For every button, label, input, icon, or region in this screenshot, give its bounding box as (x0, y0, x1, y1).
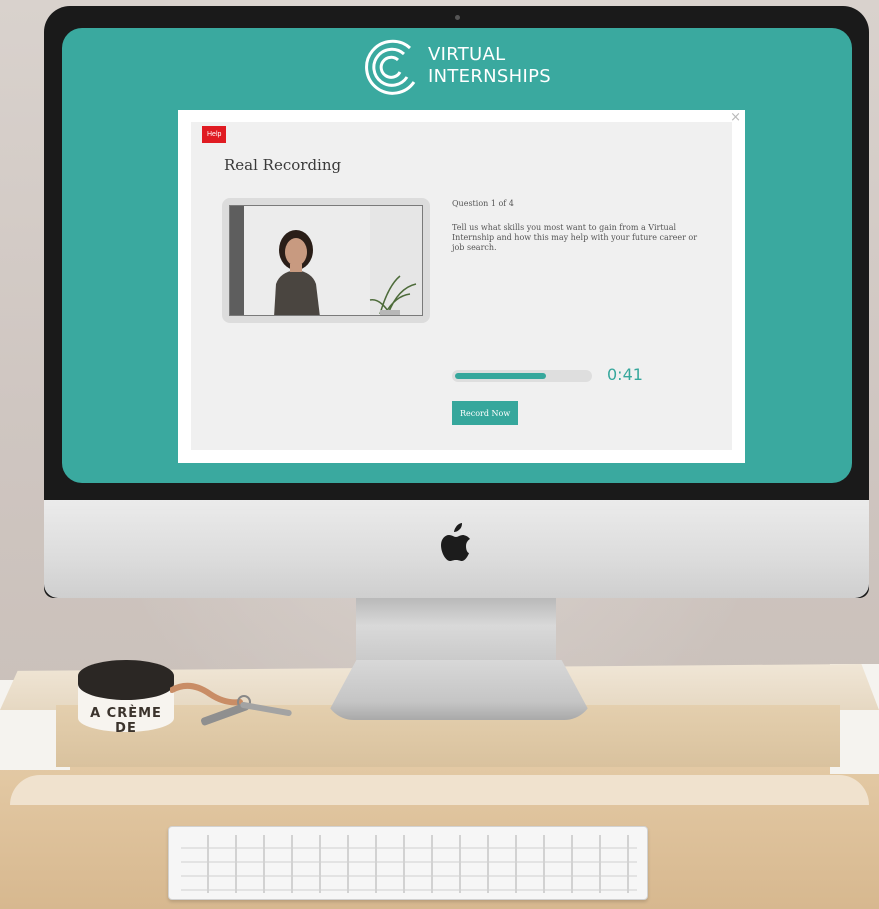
recording-modal: × Help Real Recording Question 1 of 4 Te… (178, 110, 745, 463)
question-text: Tell us what skills you most want to gai… (452, 223, 698, 252)
modal-title: Real Recording (224, 156, 342, 174)
modal-content: Help Real Recording Question 1 of 4 Tell… (191, 122, 732, 450)
countdown-timer: 0:41 (607, 365, 643, 384)
video-preview-frame (222, 198, 430, 323)
record-now-button[interactable]: Record Now (452, 401, 519, 425)
cream-jar: A CRÈME DE (78, 660, 174, 736)
recording-time-progress (452, 370, 592, 382)
jar-label: A CRÈME DE (90, 706, 162, 736)
help-button[interactable]: Help (202, 126, 227, 143)
desk-rim (10, 775, 869, 805)
question-counter: Question 1 of 4 (452, 199, 514, 208)
webcam-feed-image (230, 206, 422, 315)
brand-line-1: VIRTUAL (428, 44, 506, 65)
keyboard (168, 826, 648, 900)
monitor-stand-base (324, 660, 594, 720)
monitor-stand-neck (356, 598, 556, 668)
recording-time-progress-fill (455, 373, 546, 379)
virtual-internships-logo-icon (365, 39, 416, 95)
brand-logo: VIRTUAL INTERNSHIPS (360, 36, 580, 104)
webcam (455, 15, 460, 20)
apple-logo-icon (441, 523, 470, 561)
jar-lid (78, 660, 174, 700)
brand-line-2: INTERNSHIPS (428, 66, 551, 87)
keyboard-keys (181, 835, 637, 893)
brand-name: VIRTUAL INTERNSHIPS (428, 44, 551, 88)
video-preview[interactable] (229, 205, 423, 316)
monitor-screen: VIRTUAL INTERNSHIPS × Help Real Recordin… (62, 28, 852, 483)
keys-icon (170, 682, 292, 726)
